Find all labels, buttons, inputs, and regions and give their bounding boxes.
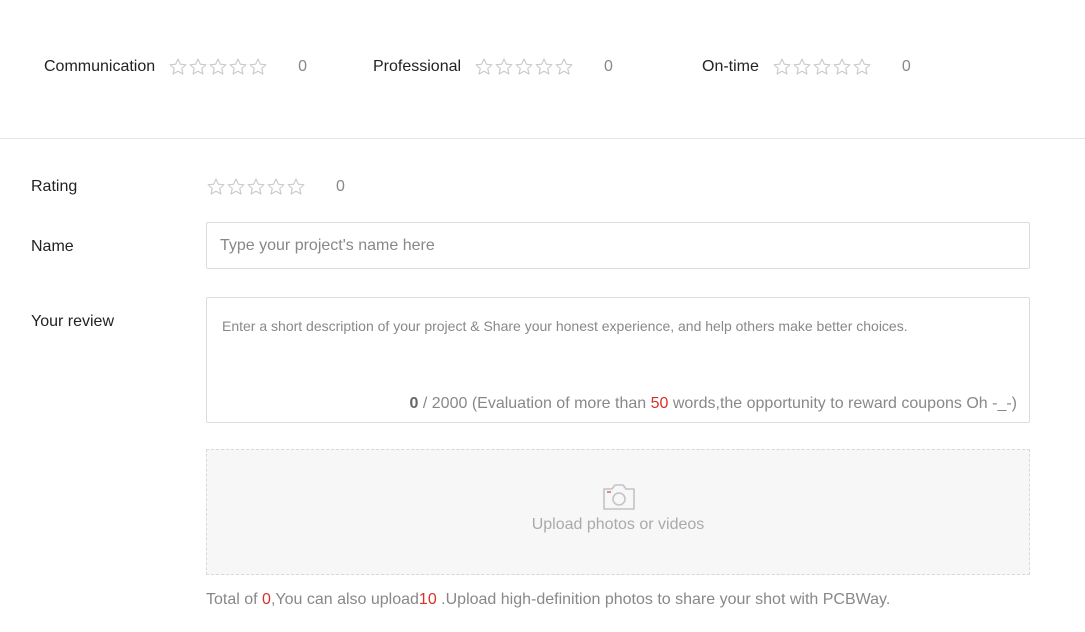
overall-rating: 0	[206, 177, 345, 197]
star-outline-icon[interactable]	[286, 177, 306, 197]
star-outline-icon[interactable]	[554, 57, 574, 77]
star-outline-icon[interactable]	[246, 177, 266, 197]
category-score: 0	[298, 58, 308, 75]
category-label: Professional	[373, 58, 462, 75]
star-outline-icon[interactable]	[494, 57, 514, 77]
category-label: On-time	[702, 58, 759, 75]
rating-category-professional: Professional 0	[373, 56, 613, 78]
review-box: 0 / 2000 (Evaluation of more than 50 wor…	[206, 297, 1030, 423]
category-score: 0	[901, 58, 911, 75]
review-textarea[interactable]	[207, 298, 1029, 378]
star-rating[interactable]	[206, 177, 306, 197]
star-outline-icon[interactable]	[812, 57, 832, 77]
star-outline-icon[interactable]	[772, 57, 792, 77]
star-rating[interactable]	[474, 57, 574, 77]
category-label: Communication	[44, 58, 156, 75]
rating-score: 0	[336, 178, 345, 195]
category-score: 0	[604, 58, 613, 75]
camera-icon	[603, 484, 635, 510]
star-outline-icon[interactable]	[514, 57, 534, 77]
star-outline-icon[interactable]	[474, 57, 494, 77]
star-outline-icon[interactable]	[832, 57, 852, 77]
star-outline-icon[interactable]	[534, 57, 554, 77]
star-outline-icon[interactable]	[266, 177, 286, 197]
star-outline-icon[interactable]	[168, 57, 188, 77]
project-name-input[interactable]	[206, 222, 1030, 269]
note-suffix: .Upload high-definition photos to share …	[436, 591, 891, 608]
counter-max-text: / 2000 (Evaluation of more than	[418, 395, 651, 412]
review-label: Your review	[31, 313, 115, 330]
star-outline-icon[interactable]	[206, 177, 226, 197]
upload-total: 0	[262, 591, 271, 608]
rating-category-on-time: On-time 0	[702, 56, 911, 78]
top-ratings-panel: Communication 0 Professional 0 On-time 0	[0, 0, 1085, 139]
star-outline-icon[interactable]	[852, 57, 872, 77]
upload-label: Upload photos or videos	[531, 516, 705, 533]
min-words: 50	[650, 395, 669, 412]
star-outline-icon[interactable]	[248, 57, 268, 77]
star-outline-icon[interactable]	[228, 57, 248, 77]
star-outline-icon[interactable]	[208, 57, 228, 77]
star-outline-icon[interactable]	[792, 57, 812, 77]
star-rating[interactable]	[772, 57, 872, 77]
star-outline-icon[interactable]	[188, 57, 208, 77]
note-prefix: Total of	[206, 591, 263, 608]
star-outline-icon[interactable]	[226, 177, 246, 197]
upload-note: Total of 0,You can also upload10 .Upload…	[206, 591, 890, 609]
rating-label: Rating	[31, 178, 78, 195]
counter-suffix: words,the opportunity to reward coupons …	[668, 395, 1017, 412]
word-counter: 0 / 2000 (Evaluation of more than 50 wor…	[410, 395, 1017, 413]
note-mid: ,You can also upload	[270, 591, 419, 608]
upload-dropzone[interactable]: Upload photos or videos	[206, 449, 1030, 575]
upload-remaining: 10	[418, 591, 437, 608]
name-label: Name	[31, 238, 74, 255]
rating-category-communication: Communication 0	[44, 56, 307, 78]
star-rating[interactable]	[168, 57, 268, 77]
